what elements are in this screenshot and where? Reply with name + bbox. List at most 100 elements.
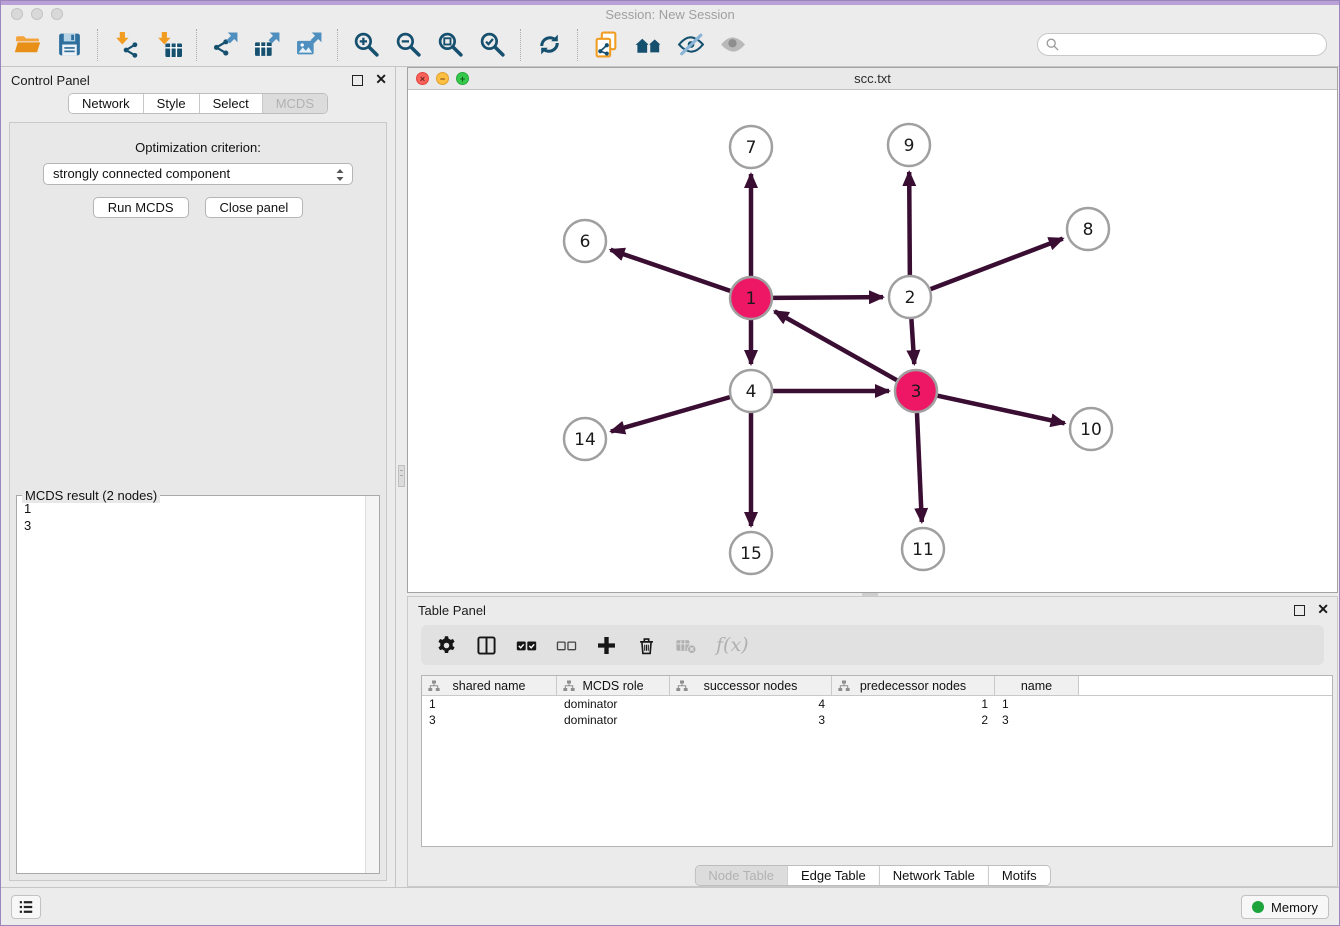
network-node-6[interactable]: 6 [564,220,606,262]
close-panel-button[interactable]: Close panel [205,197,304,218]
network-node-1[interactable]: 1 [730,277,772,319]
table-cell[interactable]: dominator [557,712,670,728]
network-node-8[interactable]: 8 [1067,208,1109,250]
column-header-successor-nodes[interactable]: successor nodes [670,676,832,695]
table-cell[interactable]: 1 [832,696,995,712]
function-icon: f(x) [716,634,749,656]
tab-motifs[interactable]: Motifs [988,866,1050,885]
float-panel-icon[interactable] [352,75,363,86]
vertical-splitter[interactable] [396,67,407,887]
network-edge-3-1[interactable] [775,311,897,380]
svg-text:4: 4 [746,382,757,402]
table-cell[interactable]: 1 [422,696,557,712]
toolbar-separator [196,29,197,61]
network-edge-3-10[interactable] [937,396,1064,424]
export-network-icon[interactable] [207,27,243,63]
network-edge-1-6[interactable] [611,250,731,291]
table-cell[interactable]: 3 [995,712,1079,728]
table-cell[interactable]: 4 [670,696,832,712]
float-panel-icon[interactable] [1294,605,1305,616]
tab-edge-table[interactable]: Edge Table [787,866,879,885]
network-edge-2-8[interactable] [931,239,1063,290]
hide-selected-icon[interactable] [672,27,708,63]
column-header-shared-name[interactable]: shared name [422,676,557,695]
network-node-4[interactable]: 4 [730,370,772,412]
tab-network-table[interactable]: Network Table [879,866,988,885]
zoom-selected-icon[interactable] [474,27,510,63]
column-header-predecessor-nodes[interactable]: predecessor nodes [832,676,995,695]
deselect-all-icon[interactable] [556,635,577,656]
settings-icon[interactable] [436,635,457,656]
network-canvas[interactable]: 7 9 6 8 1 2 4 3 14 10 15 11 [408,90,1337,592]
network-edge-3-11[interactable] [917,413,922,522]
select-all-icon[interactable] [516,635,537,656]
table-cell[interactable]: 3 [422,712,557,728]
network-node-9[interactable]: 9 [888,124,930,166]
table-row[interactable]: 3dominator323 [422,712,1332,728]
apply-preferred-layout-icon[interactable] [531,27,567,63]
columns-icon[interactable] [476,635,497,656]
svg-text:10: 10 [1080,420,1102,440]
zoom-in-icon[interactable] [348,27,384,63]
network-node-15[interactable]: 15 [730,532,772,574]
svg-text:6: 6 [580,232,591,252]
svg-text:15: 15 [740,544,762,564]
table-cell[interactable]: 2 [832,712,995,728]
list-icon [17,898,35,916]
table-panel-title: Table Panel [418,603,486,618]
export-image-icon[interactable] [291,27,327,63]
zoom-fit-content-icon[interactable] [432,27,468,63]
optimization-criterion-label: Optimization criterion: [10,140,386,155]
add-icon[interactable] [596,635,617,656]
status-bar: Memory [1,887,1339,925]
save-session-icon[interactable] [51,27,87,63]
tab-mcds[interactable]: MCDS [262,94,327,113]
table-row[interactable]: 1dominator411 [422,696,1332,712]
show-all-icon[interactable] [714,27,750,63]
run-mcds-button[interactable]: Run MCDS [93,197,189,218]
result-scrollbar[interactable] [365,496,379,873]
network-edge-2-9[interactable] [909,172,910,275]
splitter-grip[interactable] [398,465,405,487]
import-table-from-file-icon[interactable] [150,27,186,63]
network-node-3[interactable]: 3 [895,370,937,412]
column-header-MCDS-role[interactable]: MCDS role [557,676,670,695]
network-edge-4-14[interactable] [611,397,730,431]
memory-button[interactable]: Memory [1241,895,1329,919]
export-table-icon[interactable] [249,27,285,63]
svg-text:2: 2 [905,288,916,308]
table-cell[interactable]: 1 [995,696,1079,712]
network-node-11[interactable]: 11 [902,528,944,570]
network-node-14[interactable]: 14 [564,418,606,460]
tab-select[interactable]: Select [199,94,262,113]
table-tabs: Node TableEdge TableNetwork TableMotifs [694,865,1050,886]
table-cell[interactable]: dominator [557,696,670,712]
first-neighbors-icon[interactable] [630,27,666,63]
search-input[interactable] [1037,33,1327,56]
network-node-7[interactable]: 7 [730,126,772,168]
table-cell[interactable]: 3 [670,712,832,728]
tab-style[interactable]: Style [143,94,199,113]
hierarchy-icon [838,680,850,692]
network-node-10[interactable]: 10 [1070,408,1112,450]
network-window: × − + scc.txt 7968124314101511 [407,67,1338,593]
network-edge-2-3[interactable] [911,319,914,364]
network-node-2[interactable]: 2 [889,276,931,318]
delete-table-icon [676,635,697,656]
zoom-out-icon[interactable] [390,27,426,63]
close-panel-icon[interactable]: ✕ [375,71,387,88]
close-panel-icon[interactable]: ✕ [1317,601,1329,618]
tab-node-table[interactable]: Node Table [695,866,787,885]
task-history-button[interactable] [11,895,41,919]
table-toolbar: f(x) [421,625,1324,665]
table-panel: Table Panel ✕ f(x) shared nameMCDS roles… [407,596,1338,887]
clone-network-icon[interactable] [588,27,624,63]
optimization-criterion-select[interactable]: strongly connected component [43,163,353,185]
network-edge-1-2[interactable] [773,297,883,298]
svg-text:3: 3 [911,382,922,402]
column-header-name[interactable]: name [995,676,1079,695]
tab-network[interactable]: Network [69,94,143,113]
delete-icon[interactable] [636,635,657,656]
import-network-from-file-icon[interactable] [108,27,144,63]
open-session-icon[interactable] [9,27,45,63]
